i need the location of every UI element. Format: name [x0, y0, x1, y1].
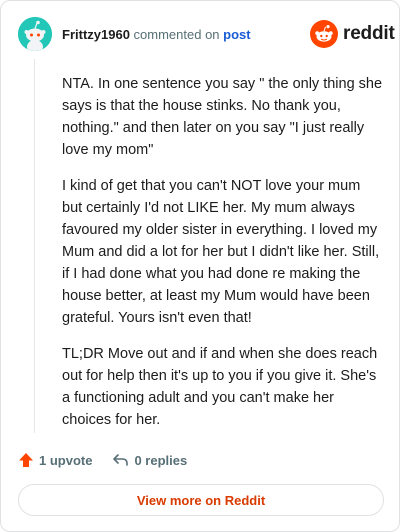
reddit-logo[interactable]: reddit [310, 20, 395, 48]
replies-button[interactable]: 0 replies [112, 452, 187, 468]
comment-header: Frittzy1960 commented on post [62, 27, 251, 42]
upvote-arrow-icon [19, 453, 33, 467]
snoo-avatar-icon [18, 17, 52, 51]
user-avatar[interactable] [18, 17, 52, 51]
comment-body: NTA. In one sentence you say " the only … [62, 73, 384, 445]
thread-line [34, 59, 35, 433]
brand-wordmark: reddit [343, 23, 395, 44]
upvote-button[interactable]: 1 upvote [18, 452, 92, 468]
reddit-snoo-icon [310, 20, 338, 48]
comment-paragraph: NTA. In one sentence you say " the only … [62, 76, 383, 158]
upvote-count: 1 upvote [39, 452, 93, 468]
comment-embed-card: Frittzy1960 commented on post reddit NTA… [0, 0, 400, 532]
view-more-button[interactable]: View more on Reddit [18, 484, 384, 516]
replies-count: 0 replies [134, 452, 188, 468]
comment-actions: 1 upvote 0 replies [18, 451, 187, 469]
reply-arrow-icon [113, 454, 129, 466]
commented-on-text: commented on [133, 27, 220, 42]
comment-paragraph: I kind of get that you can't NOT love yo… [62, 178, 380, 326]
username-link[interactable]: Frittzy1960 [62, 27, 130, 42]
comment-paragraph: TL;DR Move out and if and when she does … [62, 346, 378, 428]
post-link[interactable]: post [223, 27, 250, 42]
